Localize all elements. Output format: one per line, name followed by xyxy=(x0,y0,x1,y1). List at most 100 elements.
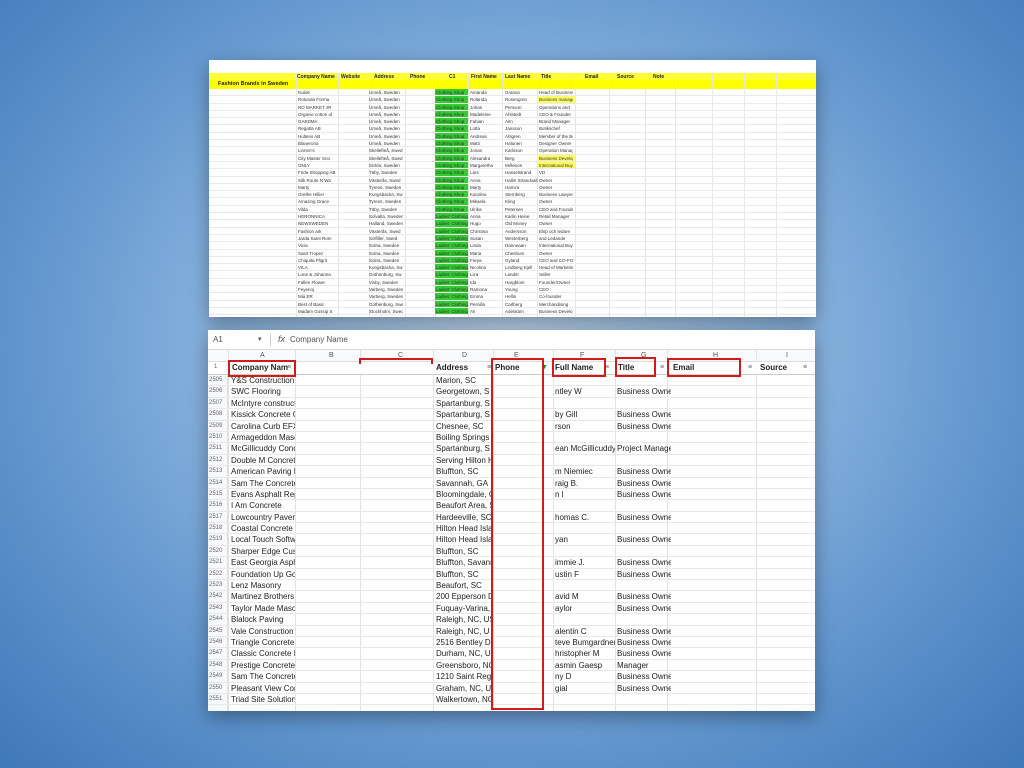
cell-address[interactable]: Bluffton, SC xyxy=(436,547,479,556)
cell-address[interactable]: Bluffton, SC xyxy=(436,467,479,476)
cell-address[interactable]: Raleigh, NC, US xyxy=(436,615,492,624)
cell-company-name[interactable]: Y&S Construction xyxy=(231,376,294,385)
cell-company-name[interactable]: Sam The Concrete xyxy=(231,672,295,681)
filter-icon[interactable]: ≡ xyxy=(660,364,664,371)
cell-full-name[interactable]: raig B. xyxy=(555,479,578,488)
column-letter[interactable]: A xyxy=(260,352,265,359)
cell-address[interactable]: 200 Epperson D xyxy=(436,592,492,601)
cell-title[interactable]: Business Owner xyxy=(617,558,671,567)
cell-address[interactable]: Graham, NC, U xyxy=(436,684,491,693)
cell-company-name[interactable]: Foundation Up Gor xyxy=(231,570,295,579)
cell-company-name[interactable]: Lowcountry Paver xyxy=(231,513,295,522)
cell-title[interactable]: Business Owner xyxy=(617,387,671,396)
cell-address[interactable]: Boiling Springs xyxy=(436,433,489,442)
column-letter[interactable]: I xyxy=(786,352,788,359)
cell-company-name[interactable]: I Am Concrete xyxy=(231,501,282,510)
column-letter[interactable]: B xyxy=(329,352,334,359)
cell-full-name[interactable]: ustin F xyxy=(555,570,579,579)
cell-company-name[interactable]: American Paving D xyxy=(231,467,295,476)
cell-title[interactable]: Business Owner xyxy=(617,592,671,601)
cell-address[interactable]: Spartanburg, S xyxy=(436,399,490,408)
cell-address[interactable]: Serving Hilton H xyxy=(436,456,492,465)
cell-address[interactable]: Hilton Head Isla xyxy=(436,535,492,544)
cell-company-name[interactable]: East Georgia Asph xyxy=(231,558,295,567)
cell-company-name[interactable]: Armageddon Maso xyxy=(231,433,295,442)
cell-company-name[interactable]: Lenz Masonry xyxy=(231,581,281,590)
cell-company-name[interactable]: SWC Flooring xyxy=(231,387,281,396)
cell-title[interactable]: Business Owner xyxy=(617,638,671,647)
header-address[interactable]: Address xyxy=(436,363,468,372)
cell-title[interactable]: Project Manager xyxy=(617,444,671,453)
cell-title[interactable]: Business Owner xyxy=(617,672,671,681)
cell-full-name[interactable]: ean McGillicuddy xyxy=(555,444,615,453)
cell-company-name[interactable]: McGillicuddy Concr xyxy=(231,444,295,453)
cell-company-name[interactable]: Triad Site Solutions xyxy=(231,695,295,704)
cell-title[interactable]: Business Owner xyxy=(617,649,671,658)
cell-address[interactable]: Bloomingdale, G xyxy=(436,490,492,499)
cell-title[interactable]: Business Owner xyxy=(617,604,671,613)
cell-title[interactable]: Business Owner xyxy=(617,570,671,579)
cell-full-name[interactable]: asmin Gaesp xyxy=(555,661,602,670)
cell-address[interactable]: Savannah, GA xyxy=(436,479,488,488)
cell-full-name[interactable]: hristopher M xyxy=(555,649,599,658)
cell-company-name[interactable]: Vale Construction xyxy=(231,627,294,636)
cell-title[interactable]: Business Owner xyxy=(617,513,671,522)
cell-full-name[interactable]: by Gill xyxy=(555,410,577,419)
cell-company-name[interactable]: Coastal Concrete F xyxy=(231,524,295,533)
cell-company-name[interactable]: Taylor Made Mason xyxy=(231,604,295,613)
cell-address[interactable]: Bluffton, Savann xyxy=(436,558,492,567)
name-box[interactable]: A1 xyxy=(213,335,223,344)
cell-full-name[interactable]: teve Bumgardner xyxy=(555,638,615,647)
cell-full-name[interactable]: avid M xyxy=(555,592,579,601)
cell-address[interactable]: Hilton Head Isla xyxy=(436,524,492,533)
cell-address[interactable]: Fuquay-Varina, N xyxy=(436,604,492,613)
column-letter[interactable]: D xyxy=(462,352,467,359)
cell-address[interactable]: Hardeeville, SC xyxy=(436,513,492,522)
cell-company-name[interactable]: Evans Asphalt Rep xyxy=(231,490,295,499)
formula-input[interactable]: Company Name xyxy=(290,335,348,344)
cell-title[interactable]: Business Owner xyxy=(617,410,671,419)
cell-company-name[interactable]: Prestige Concrete xyxy=(231,661,295,670)
cell-address[interactable]: Marion, SC xyxy=(436,376,476,385)
cell-full-name[interactable]: m Niemiec xyxy=(555,467,593,476)
cell-company-name[interactable]: Carolina Curb EFX xyxy=(231,422,295,431)
cell-address[interactable]: Georgetown, S xyxy=(436,387,489,396)
cell-full-name[interactable]: aylor xyxy=(555,604,572,613)
cell-company-name[interactable]: Blalock Paving xyxy=(231,615,283,624)
cell-company-name[interactable]: Sam The Concrete xyxy=(231,479,295,488)
cell-full-name[interactable]: n l xyxy=(555,490,563,499)
filter-icon[interactable]: ≡ xyxy=(803,364,807,371)
cell-full-name[interactable]: gial xyxy=(555,684,567,693)
cell-address[interactable]: Spartanburg, S xyxy=(436,410,490,419)
cell-title[interactable]: Business Owner xyxy=(617,535,671,544)
cell-title[interactable]: Business Owner xyxy=(617,467,671,476)
cell-address[interactable]: Beaufort, SC xyxy=(436,581,482,590)
cell-company-name[interactable]: Double M Concrete xyxy=(231,456,295,465)
cell-company-name[interactable]: Local Touch Softw xyxy=(231,535,295,544)
cell-address[interactable]: Durham, NC, U xyxy=(436,649,491,658)
cell-title[interactable]: Business Owner xyxy=(617,684,671,693)
filter-icon[interactable]: ≡ xyxy=(748,364,752,371)
cell-full-name[interactable]: ny D xyxy=(555,672,571,681)
cell-company-name[interactable]: Martinez Brothers I xyxy=(231,592,295,601)
cell-address[interactable]: Beaufort Area, S xyxy=(436,501,492,510)
cell-full-name[interactable]: immie J. xyxy=(555,558,585,567)
cell-title[interactable]: Business Owner xyxy=(617,422,671,431)
header-source[interactable]: Source xyxy=(760,363,787,372)
cell-company-name[interactable]: Kissick Concrete C xyxy=(231,410,295,419)
cell-address[interactable]: Spartanburg, S xyxy=(436,444,490,453)
cell-title[interactable]: Business Owner xyxy=(617,479,671,488)
chevron-down-icon[interactable]: ▾ xyxy=(258,335,262,343)
cell-address[interactable]: Chesnee, SC xyxy=(436,422,484,431)
cell-address[interactable]: 1210 Saint Regi xyxy=(436,672,492,681)
cell-title[interactable]: Manager xyxy=(617,661,649,670)
cell-full-name[interactable]: yan xyxy=(555,535,568,544)
cell-company-name[interactable]: Pleasant View Con xyxy=(231,684,295,693)
cell-company-name[interactable]: Sharper Edge Cust xyxy=(231,547,295,556)
cell-company-name[interactable]: McIntyre construct xyxy=(231,399,295,408)
cell-address[interactable]: Raleigh, NC, U xyxy=(436,627,489,636)
cell-address[interactable]: 2516 Bentley D xyxy=(436,638,491,647)
cell-title[interactable]: Business Owner xyxy=(617,490,671,499)
cell-full-name[interactable]: homas C. xyxy=(555,513,589,522)
cell-address[interactable]: Walkertown, NC xyxy=(436,695,492,704)
